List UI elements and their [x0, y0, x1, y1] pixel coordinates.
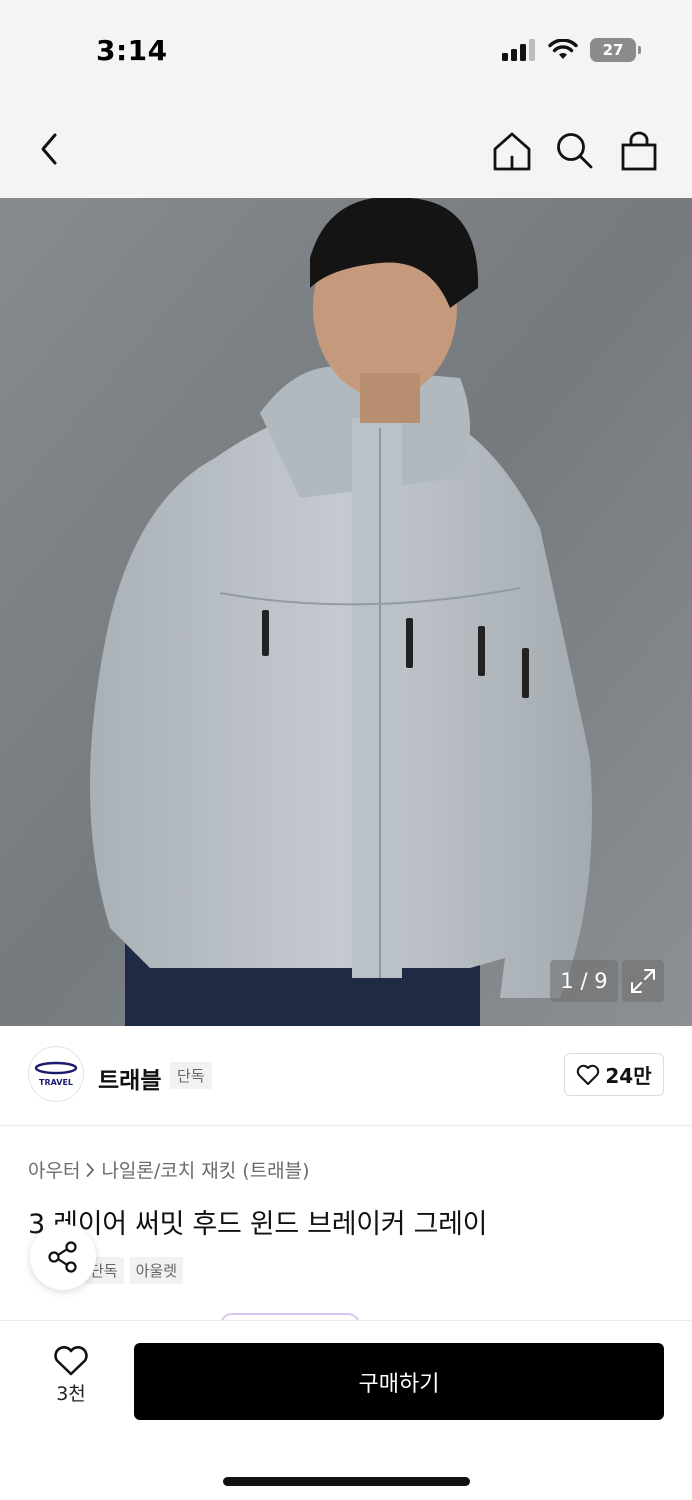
status-time: 3:14	[96, 34, 168, 67]
product-tags: 단독 아울렛	[84, 1257, 184, 1284]
expand-image-button[interactable]	[622, 960, 664, 1002]
home-icon	[493, 132, 531, 171]
cart-button[interactable]	[614, 126, 664, 176]
battery-icon: 27	[590, 38, 641, 62]
back-chevron-icon	[41, 133, 57, 165]
status-bar: 3:14 27	[0, 0, 692, 100]
breadcrumb: 아우터 나일론/코치 재킷 (트래블)	[28, 1156, 310, 1183]
top-navigation	[0, 100, 692, 198]
home-button[interactable]	[487, 126, 537, 176]
cellular-signal-icon	[502, 39, 535, 61]
bottom-action-bar: 3천 구매하기	[0, 1320, 692, 1500]
search-icon	[557, 133, 593, 169]
exclusive-badge: 단독	[170, 1062, 212, 1089]
buy-button[interactable]: 구매하기	[134, 1343, 664, 1420]
back-button[interactable]	[24, 124, 74, 174]
status-icons: 27	[502, 38, 641, 62]
share-icon	[48, 1241, 77, 1273]
shopping-bag-icon	[621, 131, 657, 171]
product-title: 3 레이어 써밋 후드 윈드 브레이커 그레이	[28, 1209, 488, 1240]
brand-like-button[interactable]: 24만	[564, 1053, 664, 1096]
wishlist-button[interactable]: 3천	[36, 1345, 106, 1417]
breadcrumb-item-subcategory[interactable]: 나일론/코치 재킷 (트래블)	[101, 1156, 309, 1183]
battery-tip	[638, 46, 641, 54]
product-photo	[0, 198, 692, 1026]
heart-icon	[577, 1064, 600, 1085]
expand-icon	[631, 969, 655, 993]
search-button[interactable]	[550, 126, 600, 176]
brand-logo[interactable]: TRAVEL	[28, 1046, 84, 1102]
brand-name[interactable]: 트래블	[98, 1061, 161, 1095]
travel-logo-icon: TRAVEL	[34, 1061, 78, 1087]
chevron-right-icon	[87, 1162, 95, 1177]
brand-like-count: 24만	[605, 1064, 652, 1088]
breadcrumb-item-category[interactable]: 아우터	[28, 1156, 80, 1183]
heart-icon	[54, 1346, 88, 1376]
share-button[interactable]	[30, 1224, 96, 1290]
battery-level: 27	[602, 41, 624, 59]
tag-outlet: 아울렛	[129, 1257, 184, 1284]
brand-logo-text: TRAVEL	[39, 1078, 73, 1087]
brand-row: TRAVEL 트래블 단독 24만	[0, 1026, 692, 1126]
wishlist-count: 3천	[56, 1383, 86, 1405]
wifi-icon	[548, 39, 578, 59]
product-image-gallery[interactable]: AI	[0, 198, 692, 1026]
image-counter: 1 / 9	[550, 960, 618, 1002]
home-indicator[interactable]	[223, 1477, 470, 1486]
